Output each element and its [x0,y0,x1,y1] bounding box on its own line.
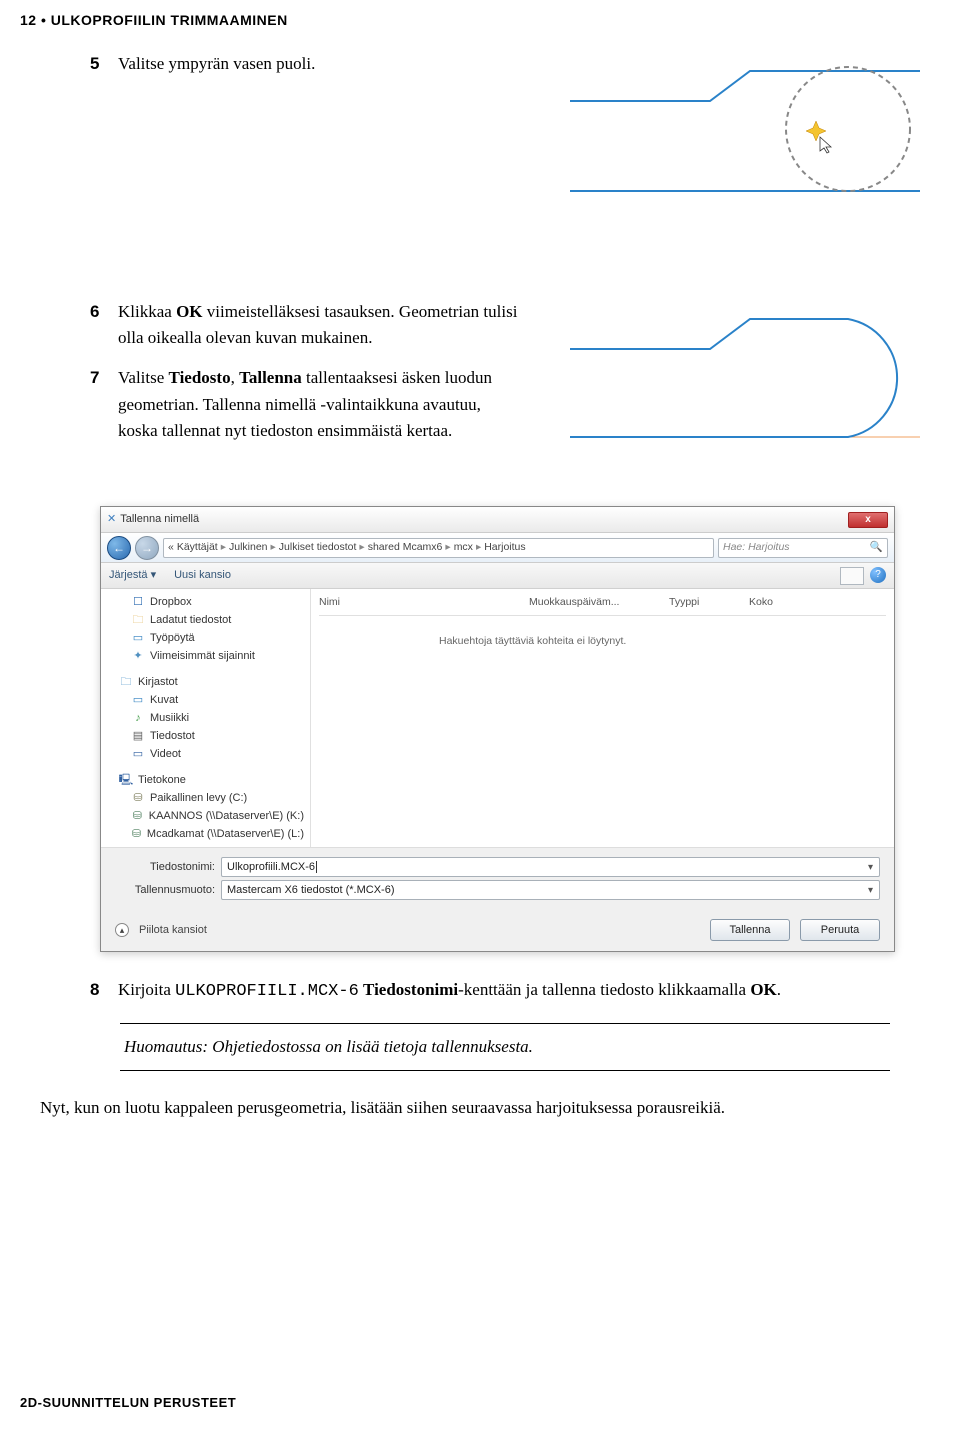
folder-icon: ⛁ [131,827,142,841]
tree-label: Tiedostot [150,728,195,745]
tree-item[interactable]: ▤ Tiedostot [101,727,310,745]
tree-item[interactable]: ⛁ Mcadkamat (\\Dataserver\E) (L:) [101,825,310,843]
folder-icon: ⛁ [131,809,144,823]
folder-icon: 🖳 [119,773,133,787]
tree-label: Musiikki [150,710,189,727]
tree-label: Ladatut tiedostot [150,612,231,629]
tree-label: Paikallinen levy (C:) [150,790,247,807]
tree-item[interactable]: ⛁ KAANNOS (\\Dataserver\E) (K:) [101,807,310,825]
savetype-label: Tallennusmuoto: [115,882,215,899]
file-list[interactable]: Nimi Muokkauspäiväm... Tyyppi Koko Hakue… [311,589,894,847]
note-block: Huomautus: Ohjetiedostossa on lisää tiet… [120,1023,890,1071]
save-as-dialog: ✕ Tallenna nimellä x ← → « Käyttäjät▸ Ju… [100,506,895,952]
expand-folders-button[interactable]: ▴ [115,923,129,937]
tree-label: Mcadkamat (\\Dataserver\E) (L:) [147,826,304,843]
step-text: Klikkaa OK viimeistelläksesi tasauksen. … [118,299,520,352]
empty-message: Hakuehtoja täyttäviä kohteita ei löytyny… [319,616,886,650]
step-5: 5 Valitse ympyrän vasen puoli. [90,51,520,77]
page-footer: 2D-SUUNNITTELUN PERUSTEET [20,1393,236,1413]
tree-label: Kirjastot [138,674,178,691]
organize-button[interactable]: Järjestä ▾ [109,567,156,584]
step-6: 6 Klikkaa OK viimeistelläksesi tasauksen… [90,299,520,352]
hide-folders-link[interactable]: Piilota kansiot [139,922,207,939]
path-seg[interactable]: Käyttäjät [177,540,218,556]
tree-item[interactable]: ☐ Dropbox [101,593,310,611]
folder-icon: ☐ [131,595,145,609]
step-text: Valitse ympyrän vasen puoli. [118,51,315,77]
dialog-title: Tallenna nimellä [116,511,199,528]
step-number: 8 [90,977,118,1003]
diagram-result-profile [570,299,920,477]
folder-icon: ▤ [131,729,145,743]
tree-label: Kuvat [150,692,178,709]
col-size[interactable]: Koko [749,595,809,611]
folder-icon: ▭ [131,693,145,707]
tree-item[interactable]: ⛁ Paikallinen levy (C:) [101,789,310,807]
path-seg[interactable]: « [168,540,174,556]
tree-item[interactable]: 🗀 Ladatut tiedostot [101,611,310,629]
window-icon: ✕ [107,511,116,528]
tree-label: KAANNOS (\\Dataserver\E) (K:) [149,808,304,825]
search-icon: 🔍 [870,540,883,556]
header-dot: • [41,12,51,28]
view-mode-button[interactable] [840,567,864,585]
breadcrumb-path[interactable]: « Käyttäjät▸ Julkinen▸ Julkiset tiedosto… [163,538,714,558]
step-text: Kirjoita ULKOPROFIILI.MCX-6 Tiedostonimi… [118,977,781,1005]
path-seg[interactable]: shared Mcamx6 [368,540,443,556]
step-number: 6 [90,299,118,325]
tree-item[interactable]: ▭ Työpöytä [101,629,310,647]
page-header: 12 • ULKOPROFIILIN TRIMMAAMINEN [0,10,960,51]
path-seg[interactable]: Julkinen [229,540,268,556]
closing-paragraph: Nyt, kun on luotu kappaleen perusgeometr… [20,1095,930,1121]
tree-item[interactable]: 🖳 Tietokone [101,771,310,789]
page-number: 12 [20,12,37,28]
tree-item[interactable]: 🗀 Kirjastot [101,673,310,691]
tree-item[interactable]: ▭ Kuvat [101,691,310,709]
step-text: Valitse Tiedosto, Tallenna tallentaakses… [118,365,520,444]
save-button[interactable]: Tallenna [710,919,790,941]
diagram-trim-circle [570,51,920,239]
step-8: 8 Kirjoita ULKOPROFIILI.MCX-6 Tiedostoni… [90,977,890,1005]
folder-tree[interactable]: ☐ Dropbox 🗀 Ladatut tiedostot ▭ Työpöytä ✦ Viim… [101,589,311,847]
folder-icon: ▭ [131,747,145,761]
folder-icon: 🗀 [131,613,145,627]
path-seg[interactable]: Harjoitus [484,540,525,556]
help-button[interactable]: ? [870,567,886,583]
folder-icon: 🗀 [119,675,133,689]
new-folder-button[interactable]: Uusi kansio [174,567,231,584]
nav-back-button[interactable]: ← [107,536,131,560]
folder-icon: ♪ [131,711,145,725]
tree-item[interactable]: ♪ Musiikki [101,709,310,727]
step-number: 7 [90,365,118,391]
folder-icon: ⛁ [131,791,145,805]
col-date[interactable]: Muokkauspäiväm... [529,595,669,611]
tree-label: Videot [150,746,181,763]
path-seg[interactable]: mcx [454,540,473,556]
path-seg[interactable]: Julkiset tiedostot [279,540,357,556]
tree-label: Viimeisimmät sijainnit [150,648,255,665]
col-name[interactable]: Nimi [319,595,529,611]
savetype-dropdown[interactable]: Mastercam X6 tiedostot (*.MCX-6) [221,880,880,900]
filename-input[interactable]: Ulkoprofiili.MCX-6 [221,857,880,877]
folder-icon: ▭ [131,631,145,645]
section-title: ULKOPROFIILIN TRIMMAAMINEN [51,12,288,28]
tree-label: Työpöytä [150,630,195,647]
filename-label: Tiedostonimi: [115,859,215,876]
tree-label: Dropbox [150,594,192,611]
search-placeholder: Hae: Harjoitus [723,540,790,556]
tree-item[interactable]: ✦ Viimeisimmät sijainnit [101,647,310,665]
tree-item[interactable]: ▭ Videot [101,745,310,763]
close-button[interactable]: x [848,512,888,528]
search-input[interactable]: Hae: Harjoitus 🔍 [718,538,888,558]
cancel-button[interactable]: Peruuta [800,919,880,941]
dialog-titlebar[interactable]: ✕ Tallenna nimellä x [101,507,894,533]
folder-icon: ✦ [131,649,145,663]
step-number: 5 [90,51,118,77]
nav-forward-button[interactable]: → [135,536,159,560]
step-7: 7 Valitse Tiedosto, Tallenna tallentaaks… [90,365,520,444]
tree-label: Tietokone [138,772,186,789]
col-type[interactable]: Tyyppi [669,595,749,611]
